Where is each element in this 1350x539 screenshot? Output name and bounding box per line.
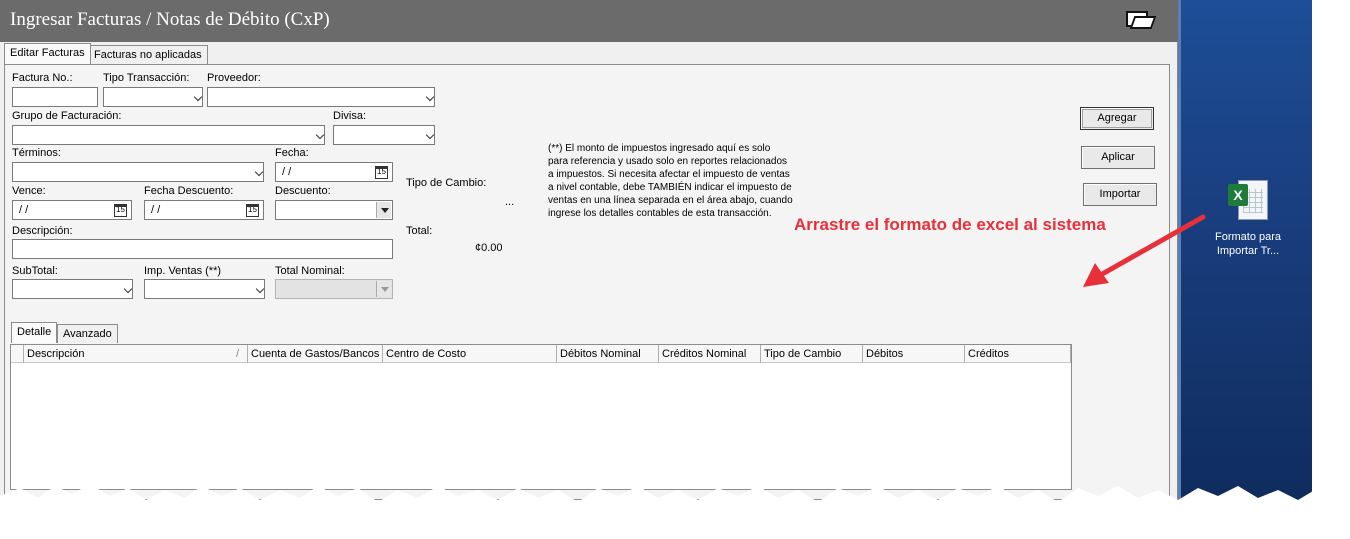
fecha-descuento-label: Fecha Descuento: bbox=[144, 185, 234, 197]
descuento-select[interactable] bbox=[275, 200, 393, 220]
tab-detalle[interactable]: Detalle bbox=[11, 322, 58, 343]
tab-editar-facturas[interactable]: Editar Facturas bbox=[4, 43, 91, 64]
factura-no-label: Factura No.: bbox=[12, 72, 73, 84]
tab-avanzado[interactable]: Avanzado bbox=[57, 324, 118, 343]
dropdown-arrow-icon[interactable] bbox=[376, 202, 391, 218]
dropdown-arrow-icon bbox=[376, 281, 391, 297]
tipo-transaccion-label: Tipo Transacción: bbox=[103, 72, 190, 84]
total-nominal-select bbox=[275, 279, 393, 299]
column-header-cuenta[interactable]: Cuenta de Gastos/Bancos bbox=[248, 345, 383, 363]
row-selector-header bbox=[11, 345, 24, 363]
fecha-descuento-date-input[interactable]: / /15 bbox=[144, 200, 264, 220]
column-header-descripcion[interactable]: Descripción / bbox=[24, 345, 248, 363]
total-value: ¢0.00 bbox=[475, 242, 503, 254]
divisa-select[interactable] bbox=[333, 125, 435, 145]
vence-label: Vence: bbox=[12, 185, 46, 197]
proveedor-select[interactable] bbox=[207, 87, 435, 107]
terminos-label: Términos: bbox=[12, 147, 61, 159]
fecha-label: Fecha: bbox=[275, 147, 309, 159]
grupo-facturacion-select[interactable] bbox=[12, 125, 325, 145]
aplicar-button[interactable]: Aplicar bbox=[1081, 146, 1155, 169]
subtotal-label: SubTotal: bbox=[12, 265, 58, 277]
app-window: Ingresar Facturas / Notas de Débito (CxP… bbox=[0, 0, 1178, 500]
annotation-text: Arrastre el formato de excel al sistema bbox=[794, 215, 1106, 234]
window-title: Ingresar Facturas / Notas de Débito (CxP… bbox=[10, 9, 330, 30]
column-header-tipo-cambio[interactable]: Tipo de Cambio bbox=[761, 345, 863, 363]
imp-ventas-label: Imp. Ventas (**) bbox=[144, 265, 222, 277]
open-folder-icon[interactable] bbox=[1124, 9, 1157, 31]
title-bar: Ingresar Facturas / Notas de Débito (CxP… bbox=[0, 0, 1178, 42]
total-label: Total: bbox=[406, 225, 433, 237]
proveedor-label: Proveedor: bbox=[207, 72, 261, 84]
fecha-date-input[interactable]: / /15 bbox=[275, 162, 393, 182]
column-header-debitos[interactable]: Débitos bbox=[863, 345, 965, 363]
tax-note: (**) El monto de impuestos ingresado aqu… bbox=[548, 143, 793, 219]
divisa-label: Divisa: bbox=[333, 110, 367, 122]
tipo-cambio-label: Tipo de Cambio: bbox=[406, 177, 487, 189]
detail-grid[interactable]: Descripción / Cuenta de Gastos/Bancos Cen… bbox=[10, 344, 1072, 490]
excel-file-icon: X bbox=[1228, 178, 1268, 224]
descripcion-input[interactable] bbox=[12, 239, 393, 259]
importar-button[interactable]: Importar bbox=[1083, 183, 1157, 206]
column-header-debitos-nominal[interactable]: Débitos Nominal bbox=[557, 345, 659, 363]
tipo-transaccion-select[interactable] bbox=[103, 87, 203, 107]
vence-date-input[interactable]: / /15 bbox=[12, 200, 132, 220]
tab-facturas-no-aplicadas[interactable]: Facturas no aplicadas bbox=[88, 45, 208, 64]
column-header-creditos-nominal[interactable]: Créditos Nominal bbox=[659, 345, 761, 363]
terminos-select[interactable] bbox=[12, 162, 264, 182]
descuento-label: Descuento: bbox=[275, 185, 331, 197]
column-header-creditos[interactable]: Créditos bbox=[965, 345, 1071, 363]
calendar-icon[interactable]: 15 bbox=[246, 204, 259, 217]
imp-ventas-select[interactable] bbox=[144, 279, 265, 299]
calendar-icon[interactable]: 15 bbox=[375, 166, 388, 179]
descripcion-label: Descripción: bbox=[12, 225, 73, 237]
column-header-centro-costo[interactable]: Centro de Costo bbox=[383, 345, 557, 363]
total-nominal-label: Total Nominal: bbox=[275, 265, 345, 277]
annotation-arrow-icon bbox=[1083, 214, 1206, 287]
subtotal-select[interactable] bbox=[12, 279, 133, 299]
tipo-cambio-value: ... bbox=[505, 196, 515, 208]
grid-header: Descripción / Cuenta de Gastos/Bancos Cen… bbox=[11, 345, 1071, 363]
agregar-button[interactable]: Agregar bbox=[1080, 107, 1154, 130]
calendar-icon[interactable]: 15 bbox=[114, 204, 127, 217]
grupo-facturacion-label: Grupo de Facturación: bbox=[12, 110, 122, 122]
factura-no-input[interactable] bbox=[12, 87, 98, 107]
torn-edge-decoration bbox=[0, 484, 1350, 539]
sort-indicator-icon: / bbox=[235, 348, 239, 360]
